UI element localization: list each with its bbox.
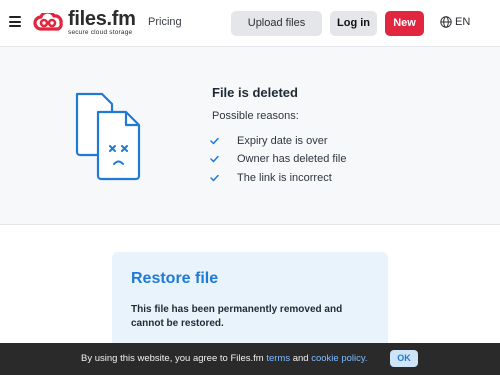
files-fm-logo[interactable]: files.fm secure cloud storage xyxy=(32,9,136,37)
restore-file-title: Restore file xyxy=(131,270,219,287)
reason-text: Owner has deleted file xyxy=(237,153,347,165)
nav-pricing-link[interactable]: Pricing xyxy=(148,16,182,28)
login-button[interactable]: Log in xyxy=(330,11,377,36)
language-label: EN xyxy=(455,16,471,28)
file-deleted-title: File is deleted xyxy=(212,85,298,100)
site-header: files.fm secure cloud storage Pricing Up… xyxy=(0,0,500,47)
cookie-consent-bar: By using this website, you agree to File… xyxy=(0,343,500,375)
check-icon xyxy=(210,137,219,145)
cookie-text-before: By using this website, you agree to File… xyxy=(81,353,267,364)
new-button[interactable]: New xyxy=(385,11,424,36)
reason-text: Expiry date is over xyxy=(237,135,328,147)
deleted-file-icon xyxy=(75,92,141,181)
cookie-text-and: and xyxy=(290,353,312,364)
possible-reasons-label: Possible reasons: xyxy=(212,110,299,122)
check-icon xyxy=(210,174,219,182)
file-deleted-panel: File is deleted Possible reasons: Expiry… xyxy=(0,47,500,225)
reason-text: The link is incorrect xyxy=(237,172,332,184)
logo-tagline: secure cloud storage xyxy=(68,29,133,36)
cloud-logo-icon xyxy=(33,13,63,31)
terms-link[interactable]: terms xyxy=(266,353,290,364)
cookie-ok-button[interactable]: OK xyxy=(390,350,418,367)
upload-files-button[interactable]: Upload files xyxy=(231,11,322,36)
cookie-consent-text: By using this website, you agree to File… xyxy=(81,353,368,364)
restore-file-message: This file has been permanently removed a… xyxy=(131,304,343,329)
menu-icon[interactable] xyxy=(9,16,21,27)
cookie-policy-link[interactable]: cookie policy. xyxy=(311,353,367,364)
logo-text: files.fm xyxy=(68,8,136,30)
check-icon xyxy=(210,155,219,163)
globe-icon xyxy=(440,16,452,28)
